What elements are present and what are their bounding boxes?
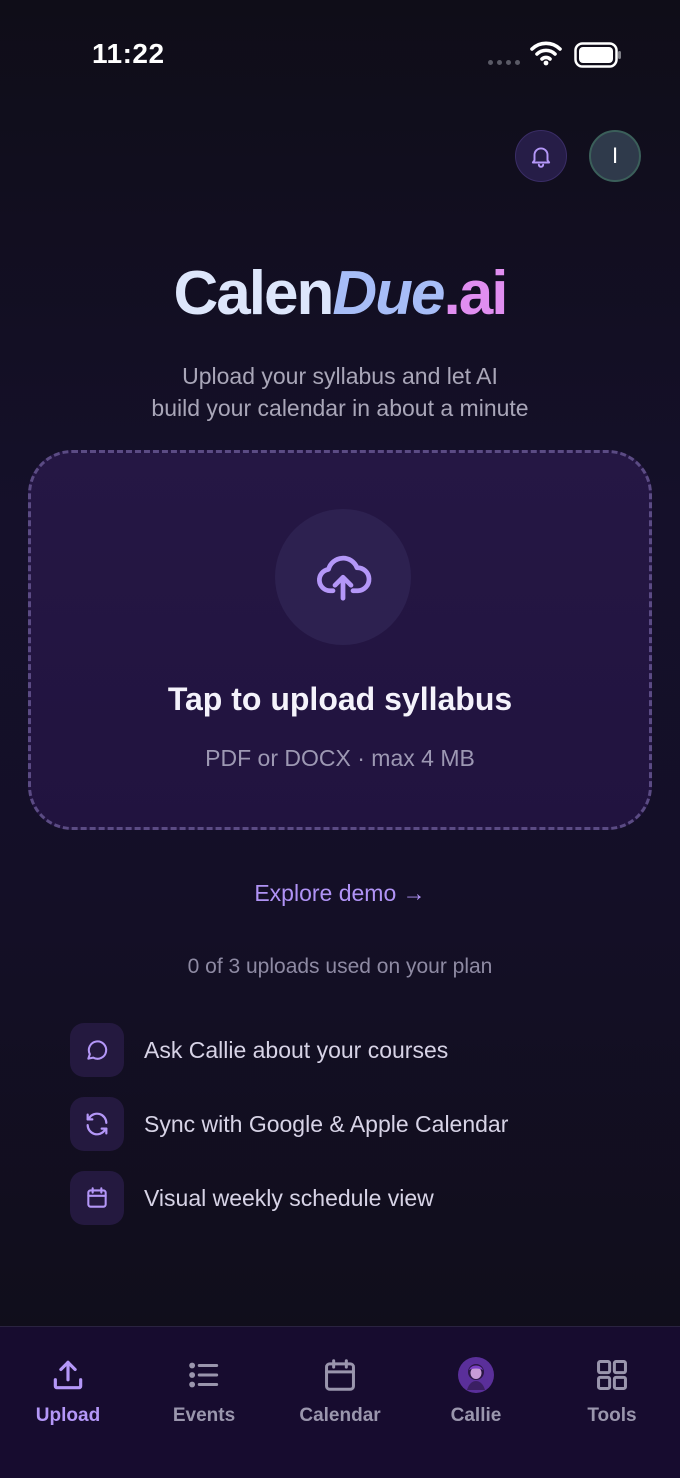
upload-syllabus-card[interactable]: Tap to upload syllabus PDF or DOCX · max…: [28, 450, 652, 830]
upload-title: Tap to upload syllabus: [167, 681, 513, 717]
upload-usage-text: 0 of 3 uploads used on your plan: [187, 955, 493, 978]
battery-icon: [574, 42, 621, 68]
status-time: 11:22: [92, 38, 165, 69]
upload-icon: [53, 1360, 83, 1390]
upload-icon-circle: [275, 509, 411, 645]
tab-tools[interactable]: Tools: [552, 1355, 672, 1427]
tab-label: Callie: [450, 1405, 502, 1426]
logo-part-calen: Calen: [173, 259, 335, 328]
wifi-icon: [530, 41, 562, 66]
feature-label: Visual weekly schedule view: [144, 1184, 434, 1211]
logo-part-ai: .ai: [443, 259, 509, 328]
bell-icon: [531, 147, 551, 168]
tab-callie[interactable]: Callie: [416, 1355, 536, 1427]
tab-events[interactable]: Events: [144, 1355, 264, 1427]
signal-icon: [488, 60, 520, 65]
tab-upload[interactable]: Upload: [8, 1355, 128, 1427]
tab-label: Upload: [35, 1405, 101, 1426]
tab-calendar[interactable]: Calendar: [280, 1355, 400, 1427]
chat-bubble-icon: [87, 1040, 108, 1060]
tab-label: Events: [172, 1405, 236, 1426]
app-logo: CalenDue.ai: [0, 258, 680, 329]
explore-demo-link[interactable]: Explore demo →: [0, 880, 680, 907]
feature-item: Visual weekly schedule view: [70, 1171, 508, 1225]
grid-icon: [597, 1360, 627, 1390]
sync-icon: [86, 1112, 108, 1136]
feature-icon-box: [70, 1023, 124, 1077]
bottom-tab-bar: Upload Events Calendar Callie Tools: [0, 1326, 680, 1478]
tab-label: Tools: [587, 1405, 637, 1426]
cloud-upload-icon: [317, 555, 372, 601]
logo-part-due: Due: [332, 259, 445, 328]
feature-list: Ask Callie about your courses Sync with …: [70, 1023, 508, 1245]
feature-icon-box: [70, 1171, 124, 1225]
page-subtitle: Upload your syllabus and let AI build yo…: [0, 360, 680, 424]
notifications-button[interactable]: [515, 130, 567, 182]
status-bar: 11:22: [0, 0, 680, 110]
tab-label: Calendar: [299, 1405, 381, 1426]
calendar-icon: [87, 1187, 107, 1208]
feature-item: Sync with Google & Apple Calendar: [70, 1097, 508, 1151]
avatar-initial: I: [611, 143, 619, 168]
subtitle-line-1: Upload your syllabus and let AI: [182, 363, 498, 389]
profile-avatar-button[interactable]: I: [589, 130, 641, 182]
feature-label: Sync with Google & Apple Calendar: [144, 1110, 509, 1137]
calendar-icon: [325, 1359, 355, 1391]
subtitle-line-2: build your calendar in about a minute: [151, 395, 529, 421]
upload-file-constraints: PDF or DOCX · max 4 MB: [205, 745, 475, 771]
feature-item: Ask Callie about your courses: [70, 1023, 508, 1077]
callie-avatar-icon: [458, 1357, 494, 1393]
list-icon: [189, 1362, 219, 1388]
feature-label: Ask Callie about your courses: [144, 1036, 449, 1063]
feature-icon-box: [70, 1097, 124, 1151]
